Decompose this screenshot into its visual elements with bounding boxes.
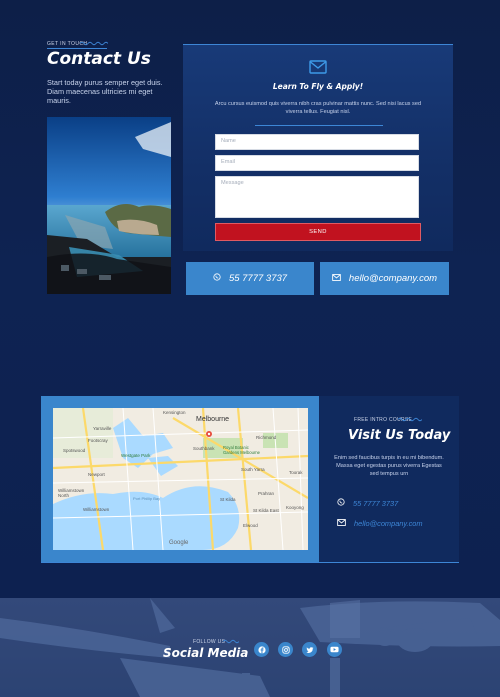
social-title: Social Media	[163, 646, 249, 660]
message-field[interactable]: Message	[215, 176, 419, 218]
map-label: Prahran	[258, 491, 275, 496]
map-label: Kensington	[163, 410, 186, 415]
apply-form-card: Learn To Fly & Apply! Arcu cursus euismo…	[183, 44, 453, 251]
instagram-icon[interactable]	[278, 642, 293, 657]
map-label-bay: Port Phillip Bay	[133, 496, 161, 501]
map-label: Newport	[88, 472, 105, 477]
phone-text: 55 7777 3737	[228, 273, 288, 284]
form-title: Learn To Fly & Apply!	[272, 82, 364, 91]
visit-phone: 55 7777 3737	[353, 498, 399, 508]
visit-card: Melbourne Yarraville Footscray Spotswood…	[41, 396, 459, 563]
map-frame: Melbourne Yarraville Footscray Spotswood…	[41, 396, 319, 562]
map-label-melbourne: Melbourne	[196, 416, 230, 423]
map-label: Kooyong	[286, 505, 304, 510]
wave-decoration-icon	[223, 639, 239, 644]
twitter-icon[interactable]	[302, 642, 317, 657]
envelope-icon	[332, 273, 341, 284]
email-field[interactable]: Email	[215, 155, 419, 171]
map-label: Yarraville	[93, 426, 112, 431]
map-label: St Kilda	[220, 497, 236, 502]
map-label: South Yarra	[241, 467, 265, 472]
contact-intro: Start today purus semper eget duis. Diam…	[47, 78, 163, 105]
send-button[interactable]: SEND	[215, 223, 421, 241]
whatsapp-icon	[337, 498, 345, 508]
wave-decoration-icon	[80, 41, 108, 46]
airplane-background-image	[0, 598, 500, 697]
visit-description: Enim sed faucibus turpis in eu mi bibend…	[334, 455, 444, 477]
map-label: Richmond	[256, 435, 277, 440]
youtube-icon[interactable]	[327, 642, 342, 657]
email-text: hello@company.com	[348, 273, 438, 284]
visit-phone-row[interactable]: 55 7777 3737	[337, 498, 398, 508]
social-eyebrow: FOLLOW US	[193, 639, 226, 645]
envelope-icon	[337, 519, 346, 528]
phone-box[interactable]: 55 7777 3737	[186, 262, 314, 295]
map-label: Williamstown	[83, 507, 110, 512]
visit-title: Visit Us Today	[348, 428, 451, 443]
map-label: Footscray	[88, 438, 108, 443]
form-divider	[255, 125, 383, 126]
map-label: St Kilda East	[253, 508, 279, 513]
envelope-icon	[309, 60, 327, 79]
google-logo: Google	[169, 540, 189, 546]
melbourne-map[interactable]: Melbourne Yarraville Footscray Spotswood…	[53, 408, 308, 550]
map-label: Williamstown North	[58, 488, 85, 498]
facebook-icon[interactable]	[254, 642, 269, 657]
map-label: Elwood	[243, 523, 258, 528]
map-label: Toorak	[289, 470, 303, 475]
visit-email-row[interactable]: hello@company.com	[337, 519, 423, 528]
wave-decoration-icon	[398, 417, 422, 422]
visit-email: hello@company.com	[354, 519, 423, 528]
whatsapp-icon	[213, 273, 221, 284]
map-label: Spotswood	[63, 448, 86, 453]
cockpit-photo	[47, 117, 171, 294]
contact-title: Contact Us	[47, 49, 151, 69]
map-label: Westgate Park	[121, 453, 151, 458]
email-box[interactable]: hello@company.com	[320, 262, 449, 295]
map-label: Southbank	[193, 446, 215, 451]
form-description: Arcu cursus euismod quis viverra nibh cr…	[214, 101, 422, 115]
footer: FOLLOW US Social Media	[0, 598, 500, 697]
name-field[interactable]: Name	[215, 134, 419, 150]
map-label: Royal Botanic Gardens Melbourne	[223, 445, 261, 455]
